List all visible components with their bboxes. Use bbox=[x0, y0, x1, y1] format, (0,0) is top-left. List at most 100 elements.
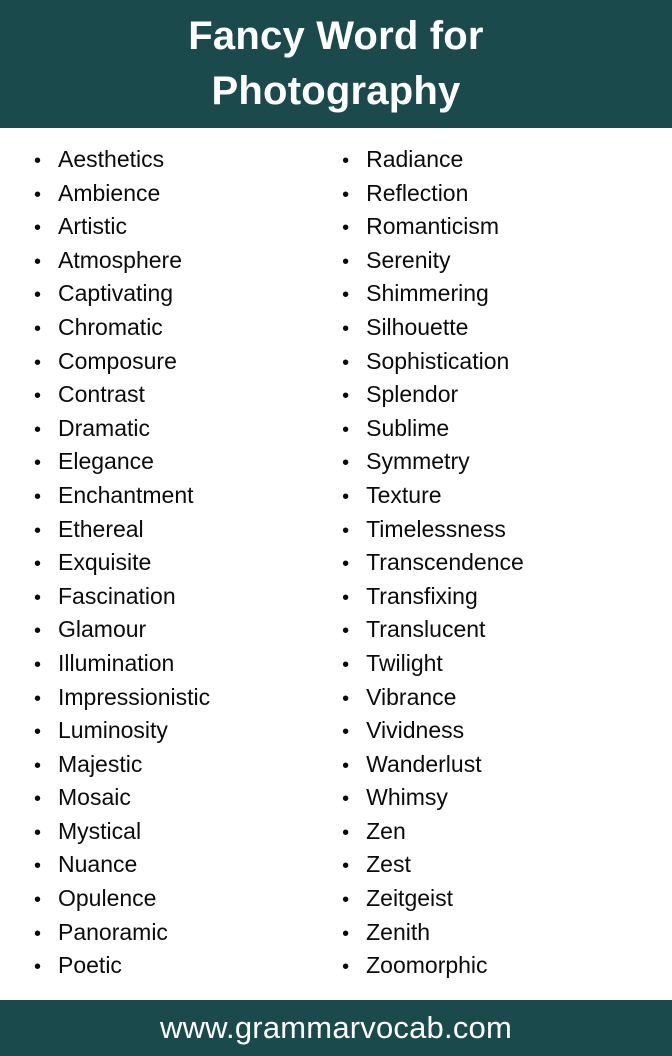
word-label: Illumination bbox=[58, 649, 175, 676]
list-item: • Texture bbox=[321, 479, 672, 513]
word-label: Sublime bbox=[366, 414, 450, 441]
bullet-icon: • bbox=[34, 821, 42, 844]
website-url[interactable]: www.grammarvocab.com bbox=[160, 1010, 512, 1046]
bullet-icon: • bbox=[342, 452, 350, 475]
word-label: Composure bbox=[58, 347, 177, 374]
word-label: Shimmering bbox=[366, 280, 489, 307]
word-label: Sophistication bbox=[366, 347, 510, 374]
bullet-icon: • bbox=[342, 653, 350, 676]
word-label: Fascination bbox=[58, 582, 176, 609]
list-item: • Enchantment bbox=[34, 479, 319, 513]
word-label: Romanticism bbox=[366, 213, 500, 240]
bullet-icon: • bbox=[34, 351, 42, 374]
word-label: Artistic bbox=[58, 213, 127, 240]
list-item: • Zen bbox=[321, 815, 672, 849]
word-label: Splendor bbox=[366, 381, 459, 408]
bullet-icon: • bbox=[34, 620, 42, 643]
word-label: Dramatic bbox=[58, 414, 151, 441]
word-label: Zen bbox=[366, 817, 406, 844]
bullet-icon: • bbox=[34, 418, 42, 441]
word-label: Texture bbox=[366, 481, 442, 508]
word-label: Reflection bbox=[366, 179, 469, 206]
list-item: • Majestic bbox=[34, 748, 319, 782]
bullet-icon: • bbox=[34, 956, 42, 979]
word-label: Contrast bbox=[58, 381, 145, 408]
list-item: • Opulence bbox=[34, 882, 319, 916]
word-label: Transfixing bbox=[366, 582, 478, 609]
word-label: Radiance bbox=[366, 146, 464, 172]
word-label: Poetic bbox=[58, 952, 122, 979]
bullet-icon: • bbox=[342, 821, 350, 844]
bullet-icon: • bbox=[34, 653, 42, 676]
bullet-icon: • bbox=[342, 284, 350, 307]
list-item: • Silhouette bbox=[321, 311, 672, 345]
word-label: Silhouette bbox=[366, 313, 469, 340]
bullet-icon: • bbox=[342, 687, 350, 710]
list-item: • Poetic bbox=[34, 949, 319, 983]
list-item: • Composure bbox=[34, 345, 319, 379]
bullet-icon: • bbox=[34, 721, 42, 744]
list-item: • Zest bbox=[321, 848, 672, 882]
word-label: Nuance bbox=[58, 851, 138, 878]
word-label: Ambience bbox=[58, 179, 161, 206]
list-item: • Ambience bbox=[34, 177, 319, 211]
word-label: Mystical bbox=[58, 817, 142, 844]
bullet-icon: • bbox=[34, 586, 42, 609]
bullet-icon: • bbox=[342, 418, 350, 441]
list-item: • Mosaic bbox=[34, 781, 319, 815]
list-item: • Artistic bbox=[34, 210, 319, 244]
poster-footer: www.grammarvocab.com bbox=[0, 1000, 672, 1056]
word-label: Timelessness bbox=[366, 515, 506, 542]
word-label: Chromatic bbox=[58, 313, 163, 340]
bullet-icon: • bbox=[34, 788, 42, 811]
list-item: • Zoomorphic bbox=[321, 949, 672, 983]
bullet-icon: • bbox=[342, 889, 350, 912]
list-item: • Romanticism bbox=[321, 210, 672, 244]
list-item: • Radiance bbox=[321, 143, 672, 177]
bullet-icon: • bbox=[342, 553, 350, 576]
list-item: • Chromatic bbox=[34, 311, 319, 345]
word-label: Enchantment bbox=[58, 481, 194, 508]
word-label: Vividness bbox=[366, 717, 465, 744]
list-item: • Zenith bbox=[321, 916, 672, 950]
list-item: • Elegance bbox=[34, 445, 319, 479]
word-label: Glamour bbox=[58, 616, 147, 643]
list-item: • Aesthetics bbox=[34, 143, 319, 177]
list-item: • Panoramic bbox=[34, 916, 319, 950]
list-item: • Exquisite bbox=[34, 546, 319, 580]
word-label: Exquisite bbox=[58, 549, 152, 576]
list-item: • Sublime bbox=[321, 412, 672, 446]
list-item: • Luminosity bbox=[34, 714, 319, 748]
bullet-icon: • bbox=[342, 250, 350, 273]
bullet-icon: • bbox=[34, 150, 42, 172]
bullet-icon: • bbox=[342, 788, 350, 811]
list-item: • Contrast bbox=[34, 378, 319, 412]
bullet-icon: • bbox=[34, 889, 42, 912]
bullet-icon: • bbox=[342, 956, 350, 979]
word-label: Zest bbox=[366, 851, 411, 878]
word-label: Vibrance bbox=[366, 683, 457, 710]
word-label: Impressionistic bbox=[58, 683, 211, 710]
bullet-icon: • bbox=[342, 754, 350, 777]
word-column-left: • Aesthetics • Ambience • Artistic • Atmosphere… bbox=[0, 143, 319, 1000]
word-label: Majestic bbox=[58, 750, 143, 777]
bullet-icon: • bbox=[342, 922, 350, 945]
bullet-icon: • bbox=[34, 183, 42, 206]
bullet-icon: • bbox=[34, 217, 42, 240]
word-list-left: • Aesthetics • Ambience • Artistic • Atmosphere… bbox=[34, 143, 319, 983]
list-item: • Vividness bbox=[321, 714, 672, 748]
list-item: • Transcendence bbox=[321, 546, 672, 580]
word-label: Atmosphere bbox=[58, 246, 183, 273]
list-item: • Fascination bbox=[34, 580, 319, 614]
list-item: • Glamour bbox=[34, 613, 319, 647]
word-label: Serenity bbox=[366, 246, 451, 273]
bullet-icon: • bbox=[34, 855, 42, 878]
word-label: Opulence bbox=[58, 885, 157, 912]
list-item: • Timelessness bbox=[321, 513, 672, 547]
list-item: • Whimsy bbox=[321, 781, 672, 815]
bullet-icon: • bbox=[34, 922, 42, 945]
word-label: Luminosity bbox=[58, 717, 168, 744]
list-item: • Vibrance bbox=[321, 681, 672, 715]
list-item: • Translucent bbox=[321, 613, 672, 647]
word-label: Zeitgeist bbox=[366, 885, 454, 912]
